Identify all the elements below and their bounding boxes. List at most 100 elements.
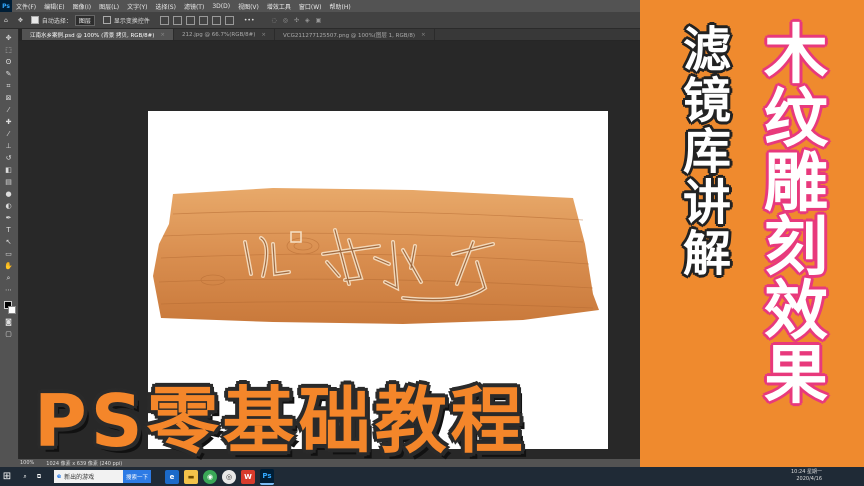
more-options-icon[interactable]: ••• bbox=[244, 17, 255, 24]
taskbar-search-box[interactable]: e 新出的游戏 bbox=[54, 470, 123, 483]
brush-tool-icon[interactable]: ⁄ bbox=[4, 131, 13, 138]
menu-view[interactable]: 视图(V) bbox=[234, 2, 263, 11]
menu-type[interactable]: 文字(Y) bbox=[123, 2, 151, 11]
history-brush-icon[interactable]: ↺ bbox=[4, 155, 13, 162]
lasso-tool-icon[interactable]: ʘ bbox=[4, 59, 13, 66]
tools-panel: ✥ ⬚ ʘ ✎ ⌗ ⊠ ⁄ ✚ ⁄ ⊥ ↺ ◧ ▤ ● ◐ ✒ T ↖ ▭ ✋ … bbox=[0, 29, 19, 459]
photoshop-taskbar-icon[interactable]: Ps bbox=[260, 468, 275, 485]
menu-window[interactable]: 窗口(W) bbox=[295, 2, 326, 11]
title-char: 纹 bbox=[764, 83, 828, 157]
menu-plugins[interactable]: 增效工具 bbox=[263, 2, 295, 11]
pen-tool-icon[interactable]: ✒ bbox=[4, 215, 13, 222]
3d-roll-icon[interactable]: ◎ bbox=[283, 17, 288, 24]
3d-rotate-icon[interactable]: ◌ bbox=[272, 17, 277, 24]
course-title-banner: PS零基础教程 bbox=[34, 379, 527, 463]
3d-drag-icon[interactable]: ✣ bbox=[294, 17, 299, 24]
screen-mode-icon[interactable]: ▢ bbox=[4, 331, 13, 338]
shape-tool-icon[interactable]: ▭ bbox=[4, 251, 13, 258]
move-tool-icon[interactable]: ✥ bbox=[18, 17, 23, 24]
subtitle-char: 库 bbox=[683, 124, 732, 180]
align-left-icon[interactable] bbox=[198, 15, 208, 25]
zoom-tool-icon[interactable]: ⌕ bbox=[4, 275, 13, 282]
quick-mask-icon[interactable]: ◙ bbox=[4, 319, 13, 326]
menu-edit[interactable]: 编辑(E) bbox=[40, 2, 68, 11]
align-top-icon[interactable] bbox=[159, 15, 169, 25]
photoshop-logo[interactable]: Ps bbox=[0, 0, 12, 12]
align-center-icon[interactable] bbox=[211, 15, 221, 25]
browser-circle-icon[interactable]: ◎ bbox=[222, 469, 237, 484]
auto-select-dropdown[interactable]: 图层 bbox=[74, 14, 95, 26]
frame-tool-icon[interactable]: ⊠ bbox=[4, 95, 13, 102]
align-buttons: ••• bbox=[158, 15, 255, 25]
search-icon[interactable]: ⌕ bbox=[18, 473, 32, 481]
title-char: 果 bbox=[764, 339, 828, 413]
gradient-tool-icon[interactable]: ▤ bbox=[4, 179, 13, 186]
path-select-icon[interactable]: ↖ bbox=[4, 239, 13, 246]
subtitle-char: 讲 bbox=[683, 175, 732, 231]
align-middle-icon[interactable] bbox=[172, 15, 182, 25]
zoom-level[interactable]: 100% bbox=[20, 460, 34, 466]
close-icon[interactable]: × bbox=[261, 32, 266, 38]
eraser-tool-icon[interactable]: ◧ bbox=[4, 167, 13, 174]
3d-mode-buttons: ◌ ◎ ✣ ◈ ▣ bbox=[269, 17, 325, 24]
menu-help[interactable]: 帮助(H) bbox=[326, 2, 355, 11]
auto-select-label: 自动选择： bbox=[41, 17, 72, 25]
browser-e-icon: e bbox=[57, 473, 62, 480]
search-text: 新出的游戏 bbox=[64, 474, 95, 481]
dodge-tool-icon[interactable]: ◐ bbox=[4, 203, 13, 210]
tab-label: 212.jpg @ 66.7%(RGB/8#) bbox=[182, 32, 256, 38]
tab-vcg[interactable]: VCG211277125507.png @ 100%(图层 1, RGB/8) … bbox=[275, 29, 435, 40]
menu-select[interactable]: 选择(S) bbox=[151, 2, 180, 11]
eyedropper-tool-icon[interactable]: ⁄ bbox=[4, 107, 13, 114]
document-tabs: 江南水乡案例.psd @ 100% (背景 拷贝, RGB/8#) × 212.… bbox=[22, 29, 640, 40]
tab-212[interactable]: 212.jpg @ 66.7%(RGB/8#) × bbox=[174, 29, 275, 40]
hand-tool-icon[interactable]: ✋ bbox=[4, 263, 13, 270]
tab-label: VCG211277125507.png @ 100%(图层 1, RGB/8) bbox=[282, 33, 416, 39]
crop-tool-icon[interactable]: ⌗ bbox=[4, 83, 13, 90]
menu-bar: Ps 文件(F) 编辑(E) 图像(I) 图层(L) 文字(Y) 选择(S) 滤… bbox=[0, 0, 640, 12]
edit-toolbar-icon[interactable]: ⋯ bbox=[4, 287, 13, 294]
blur-tool-icon[interactable]: ● bbox=[4, 191, 13, 198]
quick-select-tool-icon[interactable]: ✎ bbox=[4, 71, 13, 78]
move-tool-icon[interactable]: ✥ bbox=[4, 35, 13, 42]
home-icon[interactable]: ⌂ bbox=[4, 17, 8, 24]
search-button[interactable]: 搜索一下 bbox=[123, 470, 152, 483]
transform-controls-label: 显示变换控件 bbox=[113, 17, 150, 25]
system-clock[interactable]: 10:24 星期一 2020/4/16 bbox=[791, 469, 822, 483]
title-char: 木 bbox=[764, 19, 828, 93]
healing-tool-icon[interactable]: ✚ bbox=[4, 119, 13, 126]
task-view-icon[interactable]: ⧉ bbox=[32, 473, 46, 481]
title-overlay-panel bbox=[640, 0, 864, 467]
marquee-tool-icon[interactable]: ⬚ bbox=[4, 47, 13, 54]
clock-date: 2020/4/16 bbox=[796, 476, 822, 482]
auto-select-checkbox[interactable] bbox=[30, 16, 39, 24]
transform-controls-checkbox[interactable] bbox=[102, 16, 111, 24]
menu-layer[interactable]: 图层(L) bbox=[95, 2, 123, 11]
align-right-icon[interactable] bbox=[224, 15, 234, 25]
close-icon[interactable]: × bbox=[421, 32, 426, 38]
menu-filter[interactable]: 滤镜(T) bbox=[180, 2, 208, 11]
file-explorer-icon[interactable]: ▬ bbox=[184, 469, 199, 484]
title-char: 刻 bbox=[764, 211, 828, 285]
align-bottom-icon[interactable] bbox=[185, 15, 195, 25]
menu-file[interactable]: 文件(F) bbox=[12, 2, 40, 11]
edge-icon[interactable]: e bbox=[165, 469, 180, 484]
windows-taskbar: ⊞ ⌕ ⧉ e 新出的游戏 搜索一下 e ▬ ◉ ◎ W Ps 10:24 星期… bbox=[0, 467, 864, 486]
wood-board-image bbox=[153, 188, 599, 324]
menu-image[interactable]: 图像(I) bbox=[69, 2, 95, 11]
windows-start-icon[interactable]: ⊞ bbox=[0, 467, 14, 486]
3d-slide-icon[interactable]: ◈ bbox=[305, 17, 310, 24]
menu-3d[interactable]: 3D(D) bbox=[208, 3, 234, 10]
background-color-swatch[interactable] bbox=[8, 306, 16, 314]
3d-scale-icon[interactable]: ▣ bbox=[316, 17, 322, 24]
type-tool-icon[interactable]: T bbox=[4, 227, 13, 234]
browser-green-icon[interactable]: ◉ bbox=[203, 469, 218, 484]
close-icon[interactable]: × bbox=[160, 32, 165, 38]
tab-jiangnan[interactable]: 江南水乡案例.psd @ 100% (背景 拷贝, RGB/8#) × bbox=[22, 29, 175, 40]
wps-icon[interactable]: W bbox=[241, 469, 256, 484]
stamp-tool-icon[interactable]: ⊥ bbox=[4, 143, 13, 150]
title-char: 雕 bbox=[764, 147, 828, 221]
subtitle-vertical: 滤 镜 库 讲 解 bbox=[683, 26, 731, 281]
tab-label: 江南水乡案例.psd @ 100% (背景 拷贝, RGB/8#) bbox=[30, 33, 155, 39]
options-bar: ⌂ ✥ 自动选择： 图层 显示变换控件 ••• ◌ ◎ ✣ ◈ ▣ bbox=[0, 12, 640, 29]
